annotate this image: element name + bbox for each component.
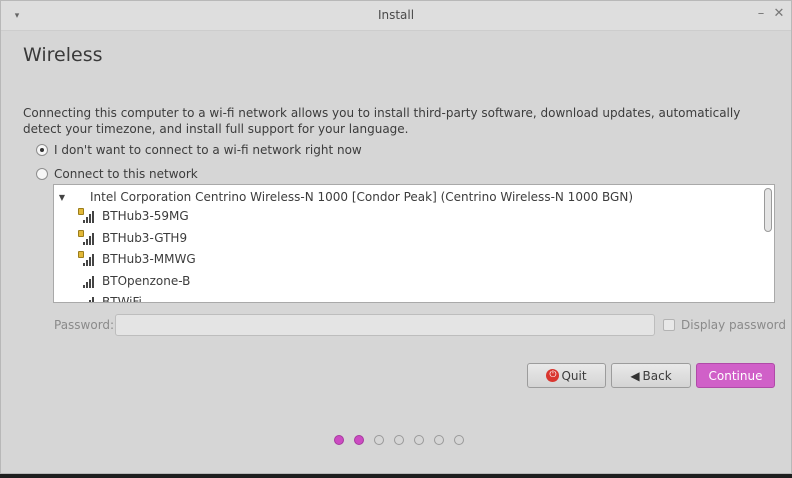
network-name: BTWiFi [102, 295, 142, 303]
back-arrow-icon: ◀ [630, 368, 640, 383]
network-item[interactable]: BTOpenzone-B [78, 271, 190, 291]
progress-dot [434, 435, 444, 445]
display-password-checkbox[interactable] [663, 319, 675, 331]
continue-button-label: Continue [708, 368, 763, 383]
progress-dots [334, 435, 474, 445]
progress-dot [414, 435, 424, 445]
power-icon: ⏻ [546, 369, 560, 382]
password-input[interactable] [115, 314, 655, 336]
scrollbar-thumb[interactable] [764, 188, 772, 232]
lock-icon [78, 229, 84, 237]
wifi-signal-icon [78, 251, 96, 266]
radio-no-wifi[interactable]: I don't want to connect to a wi-fi netwo… [36, 141, 362, 159]
network-list-scrollbar[interactable] [763, 186, 773, 301]
network-list[interactable]: ▼ Intel Corporation Centrino Wireless-N … [53, 184, 775, 303]
network-name: BTOpenzone-B [102, 273, 191, 288]
window-title: Install [377, 8, 415, 22]
adapter-row[interactable]: ▼ Intel Corporation Centrino Wireless-N … [54, 188, 759, 206]
progress-dot [374, 435, 384, 445]
radio-no-wifi-label: I don't want to connect to a wi-fi netwo… [54, 143, 362, 157]
progress-dot [334, 435, 344, 445]
wifi-signal-icon [78, 229, 96, 245]
network-item[interactable]: BTHub3-MMWG [78, 249, 196, 269]
network-name: BTHub3-MMWG [102, 252, 196, 266]
continue-button[interactable]: Continue [696, 363, 775, 388]
back-button-label: Back [642, 368, 672, 383]
adapter-label: Intel Corporation Centrino Wireless-N 10… [90, 190, 634, 204]
lock-icon [78, 208, 84, 215]
radio-connect-button[interactable] [36, 168, 48, 180]
quit-button-label: Quit [561, 368, 587, 383]
progress-dot [454, 435, 464, 445]
network-item[interactable]: BTHub3-GTH9 [78, 228, 187, 248]
back-button[interactable]: ◀ Back [611, 363, 691, 388]
network-name: BTHub3-59MG [102, 209, 189, 223]
expand-arrow-icon[interactable]: ▼ [57, 193, 67, 202]
installer-window: ▾ Install – ✕ Wireless Connecting this c… [0, 0, 792, 474]
page-description: Connecting this computer to a wi-fi netw… [23, 106, 741, 136]
page-title: Wireless [23, 44, 103, 66]
lock-icon [78, 251, 84, 258]
radio-no-wifi-button[interactable] [36, 144, 48, 156]
network-name: BTHub3-GTH9 [102, 230, 188, 245]
minimize-icon[interactable]: – [754, 7, 768, 21]
wifi-signal-icon [78, 295, 96, 302]
wifi-signal-icon [78, 274, 96, 288]
network-item[interactable]: BTHub3-59MG [78, 206, 189, 226]
close-icon[interactable]: ✕ [772, 7, 786, 21]
quit-button[interactable]: ⏻ Quit [527, 363, 606, 388]
progress-dot [354, 435, 364, 445]
network-item[interactable]: BTWiFi [78, 292, 142, 303]
display-password-label: Display password [681, 318, 787, 332]
radio-connect[interactable]: Connect to this network [36, 165, 198, 183]
title-bar: ▾ Install – ✕ [1, 1, 791, 31]
radio-connect-label: Connect to this network [54, 167, 198, 181]
wifi-signal-icon [78, 208, 96, 223]
password-label: Password: [54, 318, 115, 332]
progress-dot [394, 435, 404, 445]
